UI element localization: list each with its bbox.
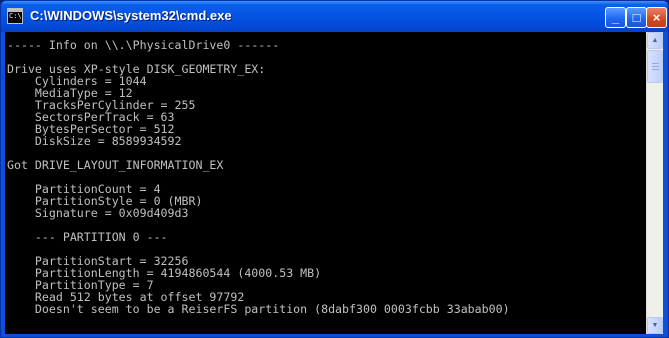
scroll-up-button[interactable]: ▲ [647,32,663,49]
minimize-icon: _ [611,10,620,25]
console-window: C:\ C:\WINDOWS\system32\cmd.exe _ □ × --… [0,0,669,338]
app-icon-label: C:\ [9,12,22,20]
close-button[interactable]: × [646,7,667,28]
thumb-grip-line [652,66,659,67]
window-frame-bottom [1,334,668,337]
window-frame-right [663,32,668,337]
vertical-scrollbar[interactable]: ▲ ▼ [646,32,663,334]
up-arrow-icon: ▲ [651,37,659,44]
scroll-down-button[interactable]: ▼ [647,317,663,334]
scroll-thumb[interactable] [647,50,663,83]
console-line: Doesn't seem to be a ReiserFS partition … [7,302,510,316]
maximize-button[interactable]: □ [626,7,647,28]
console-line: Signature = 0x09d409d3 [7,206,189,220]
console-text: ----- Info on \\.\PhysicalDrive0 ------ … [7,39,510,315]
thumb-grip-line [652,63,659,64]
title-bar[interactable]: C:\ C:\WINDOWS\system32\cmd.exe _ □ × [1,1,668,32]
maximize-icon: □ [632,10,641,25]
down-arrow-icon: ▼ [651,322,659,329]
console-line: ----- Info on \\.\PhysicalDrive0 ------ [7,38,280,52]
window-title: C:\WINDOWS\system32\cmd.exe [30,8,232,23]
console-app-icon[interactable]: C:\ [7,8,23,24]
console-output-area[interactable]: ----- Info on \\.\PhysicalDrive0 ------ … [5,32,646,334]
close-icon: × [652,10,661,25]
console-line: --- PARTITION 0 --- [7,230,168,244]
console-line: Got DRIVE_LAYOUT_INFORMATION_EX [7,158,224,172]
thumb-grip-line [652,69,659,70]
minimize-button[interactable]: _ [605,7,626,28]
console-line: DiskSize = 8589934592 [7,134,182,148]
